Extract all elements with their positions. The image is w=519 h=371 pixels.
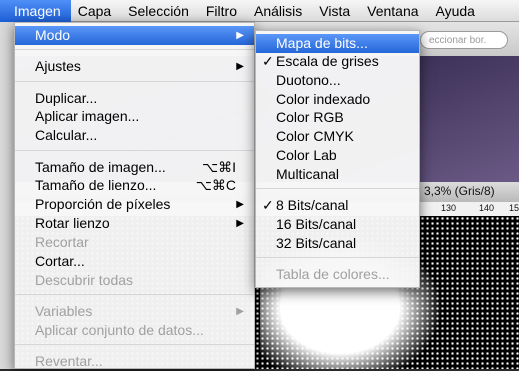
menu-item-tamano-lienzo[interactable]: Tamaño de lienzo... ⌥⌘C bbox=[15, 176, 254, 195]
menu-item-label: Rotar lienzo bbox=[35, 215, 110, 231]
select-edges-field[interactable]: eccionar bor. bbox=[420, 31, 508, 49]
submenu-arrow-icon: ▶ bbox=[236, 218, 244, 229]
menu-item-aplicar-imagen[interactable]: Aplicar imagen... bbox=[15, 107, 254, 126]
tools-strip bbox=[0, 22, 15, 369]
menu-item-label: Proporción de píxeles bbox=[35, 196, 171, 212]
menu-item-modo[interactable]: Modo ▶ bbox=[15, 26, 254, 45]
shortcut-label: ⌥⌘C bbox=[195, 177, 236, 193]
menu-item-label: Tamaño de lienzo... bbox=[35, 177, 157, 193]
menu-separator bbox=[15, 49, 254, 50]
menu-ayuda[interactable]: Ayuda bbox=[429, 0, 485, 22]
menu-item-rotar-lienzo[interactable]: Rotar lienzo ▶ bbox=[15, 214, 254, 233]
menu-item-color-lab[interactable]: Color Lab bbox=[256, 146, 419, 165]
shortcut-label: ⌥⌘I bbox=[201, 159, 236, 175]
menu-item-label: Escala de grises bbox=[276, 53, 379, 69]
menu-item-recortar: Recortar bbox=[35, 234, 89, 250]
menu-item-8-bits[interactable]: ✓ 8 Bits/canal bbox=[256, 196, 419, 215]
menu-filtro[interactable]: Filtro bbox=[199, 0, 247, 22]
submenu-arrow-icon: ▶ bbox=[236, 30, 244, 41]
menu-separator bbox=[15, 81, 254, 82]
menu-imagen[interactable]: Imagen bbox=[0, 0, 71, 22]
ruler-label: 130 bbox=[441, 203, 457, 213]
submenu-arrow-icon: ▶ bbox=[236, 199, 244, 210]
menu-ventana[interactable]: Ventana bbox=[360, 0, 428, 22]
menu-item-label: 8 Bits/canal bbox=[276, 197, 349, 213]
menu-separator bbox=[256, 188, 419, 189]
menu-separator bbox=[15, 150, 254, 151]
menu-item-tamano-imagen[interactable]: Tamaño de imagen... ⌥⌘I bbox=[15, 158, 254, 177]
menu-item-mapa-bits[interactable]: Mapa de bits... bbox=[256, 34, 419, 53]
menu-bar: Imagen Capa Selección Filtro Análisis Vi… bbox=[0, 0, 519, 22]
menu-item-tabla-colores: Tabla de colores... bbox=[276, 266, 390, 282]
menu-item-label: Ajustes bbox=[35, 58, 81, 74]
menu-item-reventar: Reventar... bbox=[35, 353, 103, 369]
submenu-arrow-icon: ▶ bbox=[236, 61, 244, 72]
checkmark-icon: ✓ bbox=[262, 197, 274, 213]
menu-item-label: Modo bbox=[35, 27, 71, 43]
checkmark-icon: ✓ bbox=[262, 53, 274, 69]
menu-separator bbox=[15, 344, 254, 345]
menu-capa[interactable]: Capa bbox=[71, 0, 121, 22]
menu-item-proporcion-pixeles[interactable]: Proporción de píxeles ▶ bbox=[15, 195, 254, 214]
menu-separator bbox=[256, 257, 419, 258]
menu-analisis[interactable]: Análisis bbox=[247, 0, 312, 22]
menu-item-32-bits[interactable]: 32 Bits/canal bbox=[256, 234, 419, 253]
menu-item-descubrir-todas: Descubrir todas bbox=[35, 272, 134, 288]
menu-item-ajustes[interactable]: Ajustes ▶ bbox=[15, 57, 254, 76]
submenu-arrow-icon: ▶ bbox=[236, 306, 244, 317]
menu-vista[interactable]: Vista bbox=[312, 0, 360, 22]
ruler-label: 15 bbox=[509, 203, 519, 213]
menu-item-cortar[interactable]: Cortar... bbox=[15, 252, 254, 271]
imagen-menu: Modo ▶ Ajustes ▶ Duplicar... Aplicar ima… bbox=[14, 22, 255, 369]
menu-item-duplicar[interactable]: Duplicar... bbox=[15, 89, 254, 108]
menu-item-color-rgb[interactable]: Color RGB bbox=[256, 108, 419, 127]
menu-item-variables: Variables ▶ bbox=[15, 302, 254, 321]
menu-item-multicanal[interactable]: Multicanal bbox=[256, 165, 419, 184]
document-title: 3,3% (Gris/8) bbox=[424, 184, 495, 198]
menu-item-duotono[interactable]: Duotono... bbox=[256, 71, 419, 90]
menu-seleccion[interactable]: Selección bbox=[121, 0, 199, 22]
menu-separator bbox=[15, 294, 254, 295]
menu-item-escala-grises[interactable]: ✓ Escala de grises bbox=[256, 52, 419, 71]
menu-item-aplicar-conjunto: Aplicar conjunto de datos... bbox=[35, 322, 204, 338]
menu-item-color-cmyk[interactable]: Color CMYK bbox=[256, 127, 419, 146]
ruler-label: 140 bbox=[479, 203, 495, 213]
menu-item-label: Tamaño de imagen... bbox=[35, 159, 166, 175]
menu-item-calcular[interactable]: Calcular... bbox=[15, 126, 254, 145]
menu-item-color-indexado[interactable]: Color indexado bbox=[256, 90, 419, 109]
menu-item-16-bits[interactable]: 16 Bits/canal bbox=[256, 215, 419, 234]
modo-submenu: Mapa de bits... ✓ Escala de grises Duoto… bbox=[255, 30, 420, 288]
menu-item-label: Variables bbox=[35, 303, 93, 319]
